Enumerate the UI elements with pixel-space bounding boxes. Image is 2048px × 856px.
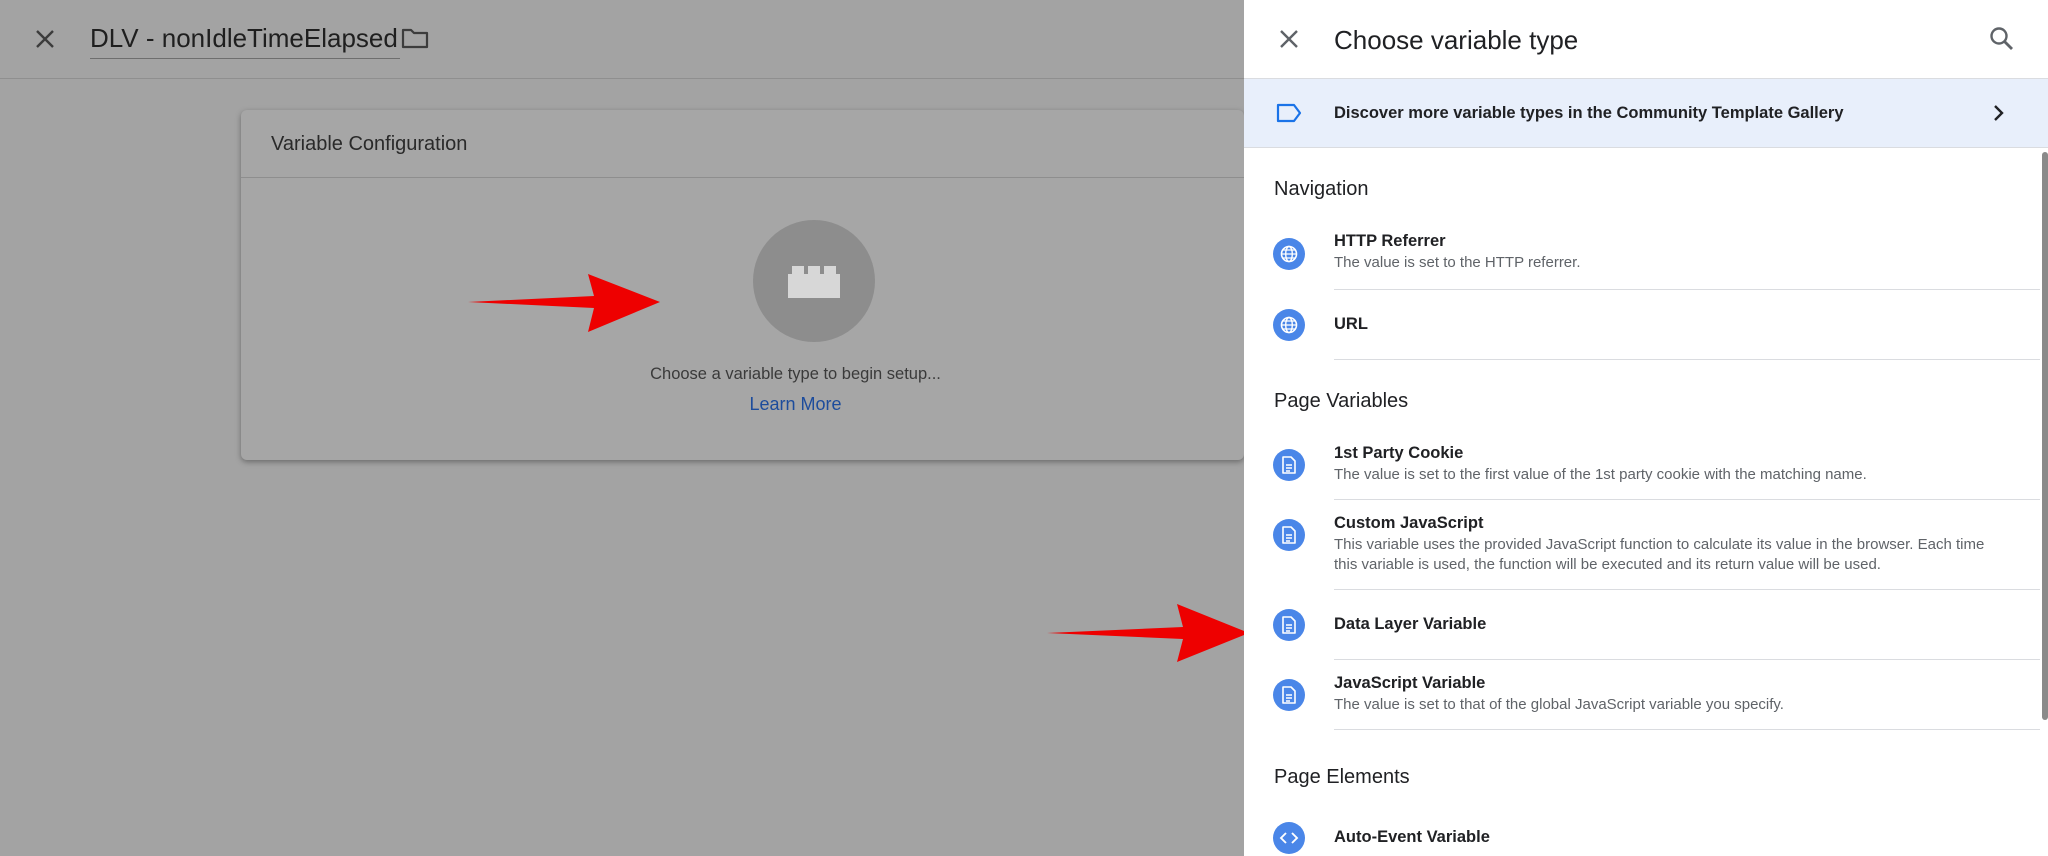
variable-type-name: URL [1334,315,1368,333]
annotation-arrow-icon [468,274,660,332]
globe-icon [1273,238,1305,270]
editor-topbar: DLV - nonIdleTimeElapsed [0,0,1244,79]
section-title-page-variables: Page Variables [1274,390,1409,412]
divider [1334,729,2040,730]
choose-type-prompt: Choose a variable type to begin setup... [650,365,941,383]
variable-type-javascript-variable[interactable]: JavaScript Variable The value is set to … [1244,660,2040,730]
choose-variable-type-button[interactable] [753,220,875,342]
scrollbar-thumb[interactable] [2042,152,2048,720]
document-icon [1273,519,1305,551]
config-card-title: Variable Configuration [241,110,1244,178]
document-icon [1273,449,1305,481]
close-editor-button[interactable] [28,24,62,54]
variable-name-field[interactable]: DLV - nonIdleTimeElapsed [90,18,400,59]
chevron-right-icon [1984,99,2012,127]
tag-icon [1274,101,1304,125]
variable-type-name: Auto-Event Variable [1334,828,1490,846]
close-icon [1280,30,1298,48]
variable-type-auto-event-variable[interactable]: Auto-Event Variable [1244,804,2040,856]
globe-icon [1273,309,1305,341]
learn-more-link[interactable]: Learn More [241,394,1350,415]
variable-type-description: The value is set to that of the global J… [1334,696,1784,713]
variable-type-name: Data Layer Variable [1334,615,1487,633]
variable-type-http-referrer[interactable]: HTTP Referrer The value is set to the HT… [1244,218,2040,290]
folder-button[interactable] [398,23,432,53]
folder-icon [401,28,429,49]
search-icon [1990,27,2013,50]
panel-title: Choose variable type [1334,25,1579,55]
document-icon [1273,609,1305,641]
variable-type-description: This variable uses the provided JavaScri… [1334,536,1985,573]
search-button[interactable] [1984,21,2020,57]
section-title-page-elements: Page Elements [1274,766,1410,788]
panel-header: Choose variable type [1244,0,2048,78]
variable-type-data-layer-variable[interactable]: Data Layer Variable [1244,590,2040,660]
variable-type-description: The value is set to the first value of t… [1334,466,1867,483]
variable-type-name: HTTP Referrer [1334,232,1446,250]
variable-type-name: 1st Party Cookie [1334,444,1464,462]
choose-variable-type-panel: Choose variable type Discover more varia… [1244,0,2048,856]
variable-type-list[interactable]: Navigation HTTP Referrer The value is se… [1244,148,2048,856]
variable-type-name: Custom JavaScript [1334,514,1484,532]
annotation-arrow-icon [1047,604,1249,662]
variable-type-1st-party-cookie[interactable]: 1st Party Cookie The value is set to the… [1244,430,2040,500]
community-gallery-link: Discover more variable types in the Comm… [1334,104,1844,122]
variable-type-name: JavaScript Variable [1334,674,1486,692]
section-title-navigation: Navigation [1274,178,1369,200]
lego-brick-icon [788,266,840,298]
variable-type-custom-javascript[interactable]: Custom JavaScript This variable uses the… [1244,500,2040,590]
close-panel-button[interactable] [1272,23,1306,55]
divider [1334,359,2040,360]
close-icon [36,30,54,48]
community-gallery-banner[interactable]: Discover more variable types in the Comm… [1244,78,2048,148]
variable-type-description: The value is set to the HTTP referrer. [1334,254,1581,271]
code-brackets-icon [1273,822,1305,854]
document-icon [1273,679,1305,711]
variable-configuration-card[interactable]: Variable Configuration Choose a variable… [241,110,1244,460]
variable-type-url[interactable]: URL [1244,290,2040,360]
scrollbar[interactable] [2040,148,2048,856]
